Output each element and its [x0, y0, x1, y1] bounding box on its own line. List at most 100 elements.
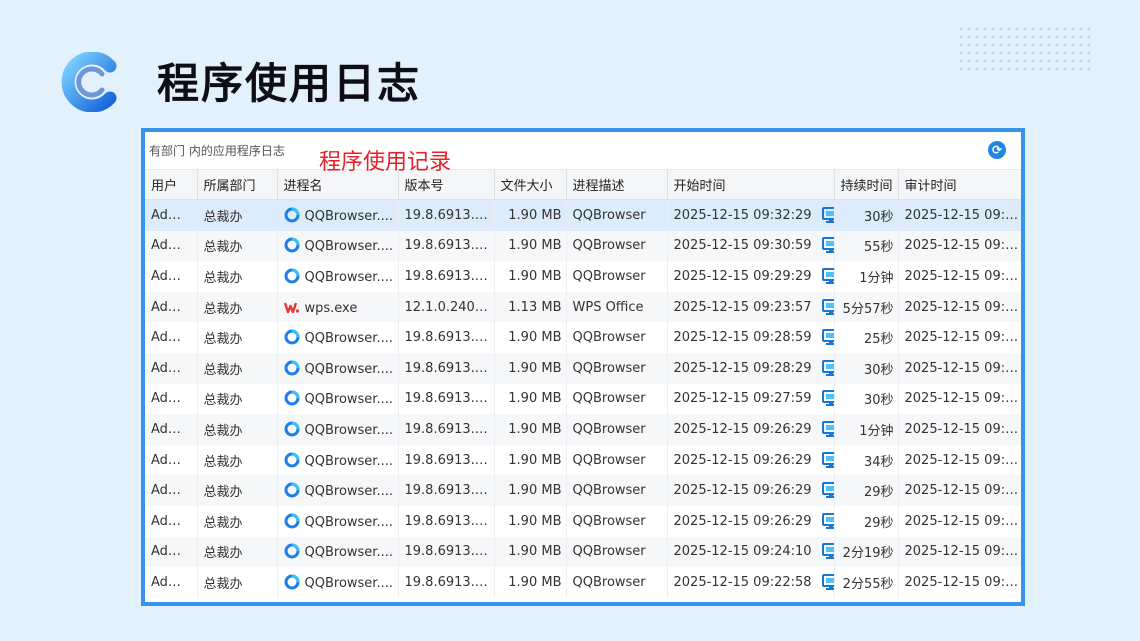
- qqbrowser-icon: [284, 574, 305, 591]
- cell-dept: 总裁办: [197, 352, 278, 384]
- column-header-start-time[interactable]: 开始时间: [667, 169, 835, 200]
- app-logo-icon: [61, 52, 117, 112]
- qqbrowser-icon: [284, 329, 305, 346]
- table-header-row: 用户 所属部门 进程名 版本号 文件大小 进程描述 开始时间 持续时间 审计时间: [145, 169, 1021, 200]
- start-time-text: 2025-12-15 09:29:29: [673, 268, 812, 284]
- start-time-text: 2025-12-15 09:22:58: [673, 574, 812, 590]
- column-header-desc[interactable]: 进程描述: [566, 169, 668, 200]
- cell-desc: QQBrowser: [566, 230, 668, 262]
- program-log-panel: 有部门 内的应用程序日志 程序使用记录 ⟳ 用户 所属部门 进程名 版本号 文件…: [141, 128, 1025, 606]
- table-row[interactable]: Admi... 总裁办 QQBrowser.... 19.8.6913.400 1.90…: [145, 567, 1021, 598]
- start-time-text: 2025-12-15 09:26:29: [673, 452, 812, 468]
- monitor-icon[interactable]: [812, 298, 833, 316]
- monitor-icon[interactable]: [812, 390, 833, 407]
- start-time-text: 2025-12-15 09:23:57: [673, 299, 812, 315]
- qqbrowser-icon: [284, 360, 305, 377]
- cell-version: 19.8.6913.400: [398, 322, 495, 353]
- cell-version: 19.8.6913.400: [398, 536, 495, 568]
- column-header-size[interactable]: 文件大小: [494, 169, 567, 200]
- cell-size: 1.90 MB: [494, 352, 567, 384]
- cell-process: wps.exe: [277, 291, 399, 323]
- monitor-icon[interactable]: [812, 359, 833, 377]
- cell-desc: QQBrowser: [566, 567, 668, 598]
- monitor-icon[interactable]: [812, 512, 833, 530]
- cell-process: QQBrowser....: [277, 352, 399, 384]
- cell-start-time: 2025-12-15 09:26:29: [667, 444, 835, 476]
- column-header-user[interactable]: 用户: [145, 169, 198, 200]
- table-row[interactable]: Admi... 总裁办 QQBrowser.... 19.8.6913.400 1.90…: [145, 505, 1021, 537]
- monitor-icon[interactable]: [812, 237, 833, 254]
- monitor-icon[interactable]: [812, 267, 833, 285]
- column-header-duration[interactable]: 持续时间: [834, 169, 899, 200]
- cell-audit-time: 2025-12-15 09:29:: [898, 291, 1021, 323]
- cell-size: 1.90 MB: [494, 414, 567, 445]
- table-row[interactable]: Admi... 总裁办 QQBrowser.... 19.8.6913.400 1.90…: [145, 444, 1021, 476]
- monitor-icon[interactable]: [812, 543, 833, 560]
- cell-dept: 总裁办: [197, 291, 278, 323]
- table-row[interactable]: Admi... 总裁办 QQBrowser.... 19.8.6913.400 1.90…: [145, 322, 1021, 353]
- cell-version: 19.8.6913.400: [398, 230, 495, 262]
- annotation-label: 程序使用记录: [319, 150, 452, 175]
- cell-audit-time: 2025-12-15 09:28:: [898, 383, 1021, 415]
- cell-start-time: 2025-12-15 09:28:59: [667, 322, 835, 353]
- cell-duration: 30秒: [834, 352, 899, 384]
- log-table: 用户 所属部门 进程名 版本号 文件大小 进程描述 开始时间 持续时间 审计时间…: [145, 169, 1021, 598]
- process-name: QQBrowser....: [304, 392, 393, 408]
- qqbrowser-icon: [284, 268, 305, 285]
- cell-user: Admi...: [145, 414, 198, 445]
- cell-start-time: 2025-12-15 09:26:29: [667, 475, 835, 506]
- table-row[interactable]: Admi... 总裁办 QQBrowser.... 19.8.6913.400 1.90…: [145, 199, 1021, 231]
- cell-start-time: 2025-12-15 09:26:29: [667, 414, 835, 445]
- cell-desc: QQBrowser: [566, 414, 668, 445]
- refresh-icon[interactable]: ⟳: [988, 141, 1006, 159]
- cell-dept: 总裁办: [197, 567, 278, 598]
- table-row[interactable]: Admi... 总裁办 QQBrowser.... 19.8.6913.400 1.90…: [145, 475, 1021, 506]
- cell-process: QQBrowser....: [277, 567, 399, 598]
- cell-size: 1.90 MB: [494, 261, 567, 292]
- cell-version: 19.8.6913.400: [398, 383, 495, 415]
- cell-duration: 25秒: [834, 322, 899, 353]
- cell-start-time: 2025-12-15 09:26:29: [667, 505, 835, 537]
- monitor-icon[interactable]: [812, 420, 833, 438]
- monitor-icon[interactable]: [812, 206, 833, 224]
- qqbrowser-icon: [284, 543, 305, 560]
- start-time-text: 2025-12-15 09:26:29: [673, 513, 812, 529]
- cell-desc: WPS Office: [566, 291, 668, 323]
- cell-process: QQBrowser....: [277, 505, 399, 537]
- table-row[interactable]: Admi... 总裁办 QQBrowser.... 19.8.6913.400 1.90…: [145, 230, 1021, 262]
- table-row[interactable]: Admi... 总裁办 QQBrowser.... 19.8.6913.400 1.90…: [145, 414, 1021, 445]
- column-header-dept[interactable]: 所属部门: [197, 169, 278, 200]
- cell-duration: 1分钟: [834, 414, 899, 445]
- monitor-icon[interactable]: [812, 482, 833, 499]
- monitor-icon[interactable]: [812, 329, 833, 346]
- monitor-icon[interactable]: [812, 451, 833, 469]
- cell-version: 19.8.6913.400: [398, 444, 495, 476]
- cell-desc: QQBrowser: [566, 261, 668, 292]
- cell-duration: 29秒: [834, 475, 899, 506]
- breadcrumb: 有部门 内的应用程序日志: [149, 144, 285, 158]
- table-row[interactable]: Admi... 总裁办 QQBrowser.... 19.8.6913.400 1.90…: [145, 352, 1021, 384]
- cell-audit-time: 2025-12-15 09:26:: [898, 536, 1021, 568]
- table-row[interactable]: Admi... 总裁办 wps.exe 12.1.0.24034 1.13 MB WPS …: [145, 291, 1021, 323]
- cell-audit-time: 2025-12-15 09:27:: [898, 444, 1021, 476]
- cell-audit-time: 2025-12-15 09:31:: [898, 230, 1021, 262]
- cell-version: 19.8.6913.400: [398, 567, 495, 598]
- cell-desc: QQBrowser: [566, 536, 668, 568]
- qqbrowser-icon: [284, 390, 305, 407]
- cell-duration: 5分57秒: [834, 291, 899, 323]
- cell-audit-time: 2025-12-15 09:29:: [898, 322, 1021, 353]
- cell-desc: QQBrowser: [566, 505, 668, 537]
- start-time-text: 2025-12-15 09:26:29: [673, 421, 812, 437]
- table-row[interactable]: Admi... 总裁办 QQBrowser.... 19.8.6913.400 1.90…: [145, 536, 1021, 568]
- column-header-audit-time[interactable]: 审计时间: [898, 169, 1021, 200]
- cell-size: 1.90 MB: [494, 475, 567, 506]
- monitor-icon[interactable]: [812, 573, 833, 591]
- process-name: QQBrowser....: [304, 331, 393, 347]
- decorative-dot-grid: [957, 25, 1092, 75]
- table-row[interactable]: Admi... 总裁办 QQBrowser.... 19.8.6913.400 1.90…: [145, 261, 1021, 292]
- cell-user: Admi...: [145, 322, 198, 353]
- cell-dept: 总裁办: [197, 230, 278, 262]
- start-time-text: 2025-12-15 09:32:29: [673, 207, 812, 223]
- cell-user: Admi...: [145, 199, 198, 231]
- table-row[interactable]: Admi... 总裁办 QQBrowser.... 19.8.6913.400 1.90…: [145, 383, 1021, 415]
